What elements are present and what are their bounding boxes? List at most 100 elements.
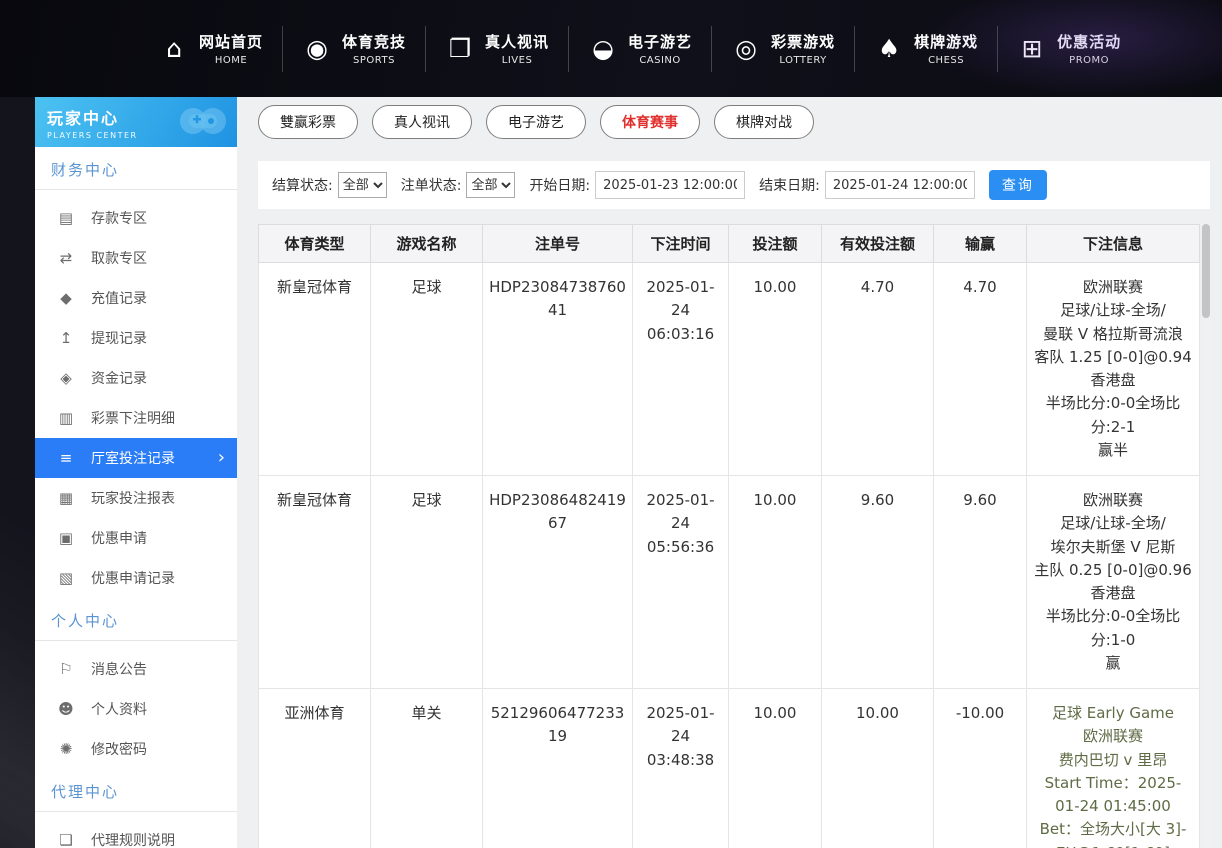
document-icon: ❏: [57, 833, 75, 848]
tab-live-video[interactable]: 真人视讯: [372, 105, 472, 139]
cashout-icon: ↥: [57, 331, 75, 346]
sidebar-item-recharge-records[interactable]: ◆ 充值记录: [35, 278, 237, 318]
nav-label-en: LIVES: [502, 55, 533, 66]
sidebar-item-cashout-records[interactable]: ↥ 提现记录: [35, 318, 237, 358]
cell-valid-amount: 9.60: [822, 476, 934, 689]
user-icon: ☻: [57, 702, 75, 717]
category-tabs: 雙赢彩票 真人视讯 电子游艺 体育赛事 棋牌对战: [258, 105, 1222, 139]
cell-win-loss: -10.00: [934, 689, 1027, 848]
nav-label-zh: 彩票游戏: [771, 31, 835, 52]
cell-order-no: 5212960647723319: [483, 689, 633, 848]
sidebar-item-deposit[interactable]: ▤ 存款专区: [35, 198, 237, 238]
sidebar-item-hall-bet-records[interactable]: ≡ 厅室投注记录 ›: [35, 438, 237, 478]
order-status-select[interactable]: 全部: [466, 172, 515, 198]
tab-electronic-games[interactable]: 电子游艺: [486, 105, 586, 139]
end-date-input[interactable]: [825, 171, 975, 199]
cell-win-loss: 4.70: [934, 263, 1027, 476]
sidebar-item-announcements[interactable]: ⚐ 消息公告: [35, 649, 237, 689]
nav-item-sports[interactable]: ◉ 体育竞技SPORTS: [282, 26, 425, 72]
promo-apply-icon: ▣: [57, 531, 75, 546]
start-date-input[interactable]: [595, 171, 745, 199]
cell-bet-amount: 10.00: [729, 263, 822, 476]
sidebar-item-lottery-bet-detail[interactable]: ▥ 彩票下注明细: [35, 398, 237, 438]
cell-valid-amount: 10.00: [822, 689, 934, 848]
sidebar-item-label: 取款专区: [91, 248, 147, 268]
table-row: 亚洲体育 单关 5212960647723319 2025-01-24 03:4…: [259, 689, 1200, 848]
nav-label-en: CASINO: [639, 55, 680, 66]
sidebar-item-label: 优惠申请记录: [91, 568, 175, 588]
section-title-personal: 个人中心: [35, 598, 237, 641]
cell-order-no: HDP2308648241967: [483, 476, 633, 689]
nav-label-zh: 电子游艺: [628, 31, 692, 52]
sidebar-item-promo-apply[interactable]: ▣ 优惠申请: [35, 518, 237, 558]
chevron-right-icon: ›: [218, 449, 225, 467]
col-header-valid-amount: 有效投注额: [822, 225, 934, 263]
sidebar-item-player-bet-report[interactable]: ▦ 玩家投注报表: [35, 478, 237, 518]
tab-double-win-lottery[interactable]: 雙赢彩票: [258, 105, 358, 139]
funds-icon: ◈: [57, 371, 75, 386]
lottery-icon: ◎: [731, 36, 761, 61]
table-row: 新皇冠体育 足球 HDP2308473876041 2025-01-24 06:…: [259, 263, 1200, 476]
section-title-finance: 财务中心: [35, 147, 237, 190]
withdraw-icon: ⇄: [57, 251, 75, 266]
gear-icon: ✺: [57, 742, 75, 757]
nav-label-en: LOTTERY: [779, 55, 826, 66]
nav-label-en: CHESS: [928, 55, 964, 66]
sidebar-item-label: 厅室投注记录: [91, 448, 175, 468]
tab-sports-events[interactable]: 体育赛事: [600, 105, 700, 139]
nav-label-zh: 体育竞技: [342, 31, 406, 52]
col-header-sport-type: 体育类型: [259, 225, 371, 263]
sidebar-item-label: 提现记录: [91, 328, 147, 348]
cell-bet-info: 欧洲联赛 足球/让球-全场/ 曼联 V 格拉斯哥流浪 客队 1.25 [0-0]…: [1027, 263, 1200, 476]
cell-game-name: 足球: [371, 476, 483, 689]
cell-valid-amount: 4.70: [822, 263, 934, 476]
nav-item-lottery[interactable]: ◎ 彩票游戏 LOTTERY: [711, 26, 854, 72]
chess-icon: ♠: [874, 36, 904, 61]
home-icon: ⌂: [159, 36, 189, 61]
search-button[interactable]: 查询: [989, 170, 1047, 200]
tab-chess-battle[interactable]: 棋牌对战: [714, 105, 814, 139]
sidebar-header: 玩家中心 PLAYERS CENTER: [35, 97, 237, 147]
nav-item-promo[interactable]: ⊞ 优惠活动PROMO: [997, 26, 1140, 72]
settle-status-select[interactable]: 全部: [338, 172, 387, 198]
sidebar-item-change-password[interactable]: ✺ 修改密码: [35, 729, 237, 769]
sidebar: 玩家中心 PLAYERS CENTER 财务中心 ▤ 存款专区 ⇄ 取款专区 ◆…: [35, 97, 237, 848]
nav-item-lives[interactable]: ❐ 真人视讯LIVES: [425, 26, 568, 72]
bets-table: 体育类型 游戏名称 注单号 下注时间 投注额 有效投注额 输赢 下注信息 新皇冠…: [258, 224, 1200, 848]
cell-order-no: HDP2308473876041: [483, 263, 633, 476]
sidebar-item-label: 资金记录: [91, 368, 147, 388]
filter-bar: 结算状态: 全部 注单状态: 全部 开始日期: 结束日期: 查询: [258, 161, 1210, 209]
sidebar-item-agent-rules[interactable]: ❏ 代理规则说明: [35, 820, 237, 848]
cell-win-loss: 9.60: [934, 476, 1027, 689]
sidebar-item-label: 彩票下注明细: [91, 408, 175, 428]
nav-item-chess[interactable]: ♠ 棋牌游戏CHESS: [854, 26, 997, 72]
lottery-detail-icon: ▥: [57, 411, 75, 426]
report-icon: ▦: [57, 491, 75, 506]
cell-sport-type: 新皇冠体育: [259, 476, 371, 689]
gamepad-icon: [175, 101, 229, 141]
table-scrollbar[interactable]: [1202, 224, 1210, 848]
sidebar-item-label: 个人资料: [91, 699, 147, 719]
settle-status-label: 结算状态:: [272, 175, 333, 195]
col-header-win-loss: 输赢: [934, 225, 1027, 263]
order-status-label: 注单状态:: [401, 175, 462, 195]
nav-item-casino[interactable]: ◒ 电子游艺CASINO: [568, 26, 711, 72]
nav-item-home[interactable]: ⌂ 网站首页HOME: [140, 26, 282, 72]
sidebar-item-promo-apply-records[interactable]: ▧ 优惠申请记录: [35, 558, 237, 598]
sidebar-item-label: 优惠申请: [91, 528, 147, 548]
cell-bet-info: 足球 Early Game 欧洲联赛 费内巴切 v 里昂 Start Time：…: [1027, 689, 1200, 848]
main-content: 雙赢彩票 真人视讯 电子游艺 体育赛事 棋牌对战 结算状态: 全部 注单状态: …: [237, 97, 1222, 848]
col-header-bet-time: 下注时间: [633, 225, 729, 263]
sidebar-item-funds-records[interactable]: ◈ 资金记录: [35, 358, 237, 398]
nav-label-en: PROMO: [1069, 55, 1109, 66]
top-navigation: ⌂ 网站首页HOME ◉ 体育竞技SPORTS ❐ 真人视讯LIVES ◒ 电子…: [0, 0, 1222, 97]
cell-bet-info: 欧洲联赛 足球/让球-全场/ 埃尔夫斯堡 V 尼斯 主队 0.25 [0-0]@…: [1027, 476, 1200, 689]
end-date-label: 结束日期:: [759, 175, 820, 195]
cell-bet-amount: 10.00: [729, 476, 822, 689]
cell-bet-time: 2025-01-24 03:48:38: [633, 689, 729, 848]
sidebar-item-withdraw[interactable]: ⇄ 取款专区: [35, 238, 237, 278]
cell-sport-type: 新皇冠体育: [259, 263, 371, 476]
deposit-icon: ▤: [57, 211, 75, 226]
scrollbar-thumb[interactable]: [1202, 224, 1210, 318]
sidebar-item-profile[interactable]: ☻ 个人资料: [35, 689, 237, 729]
